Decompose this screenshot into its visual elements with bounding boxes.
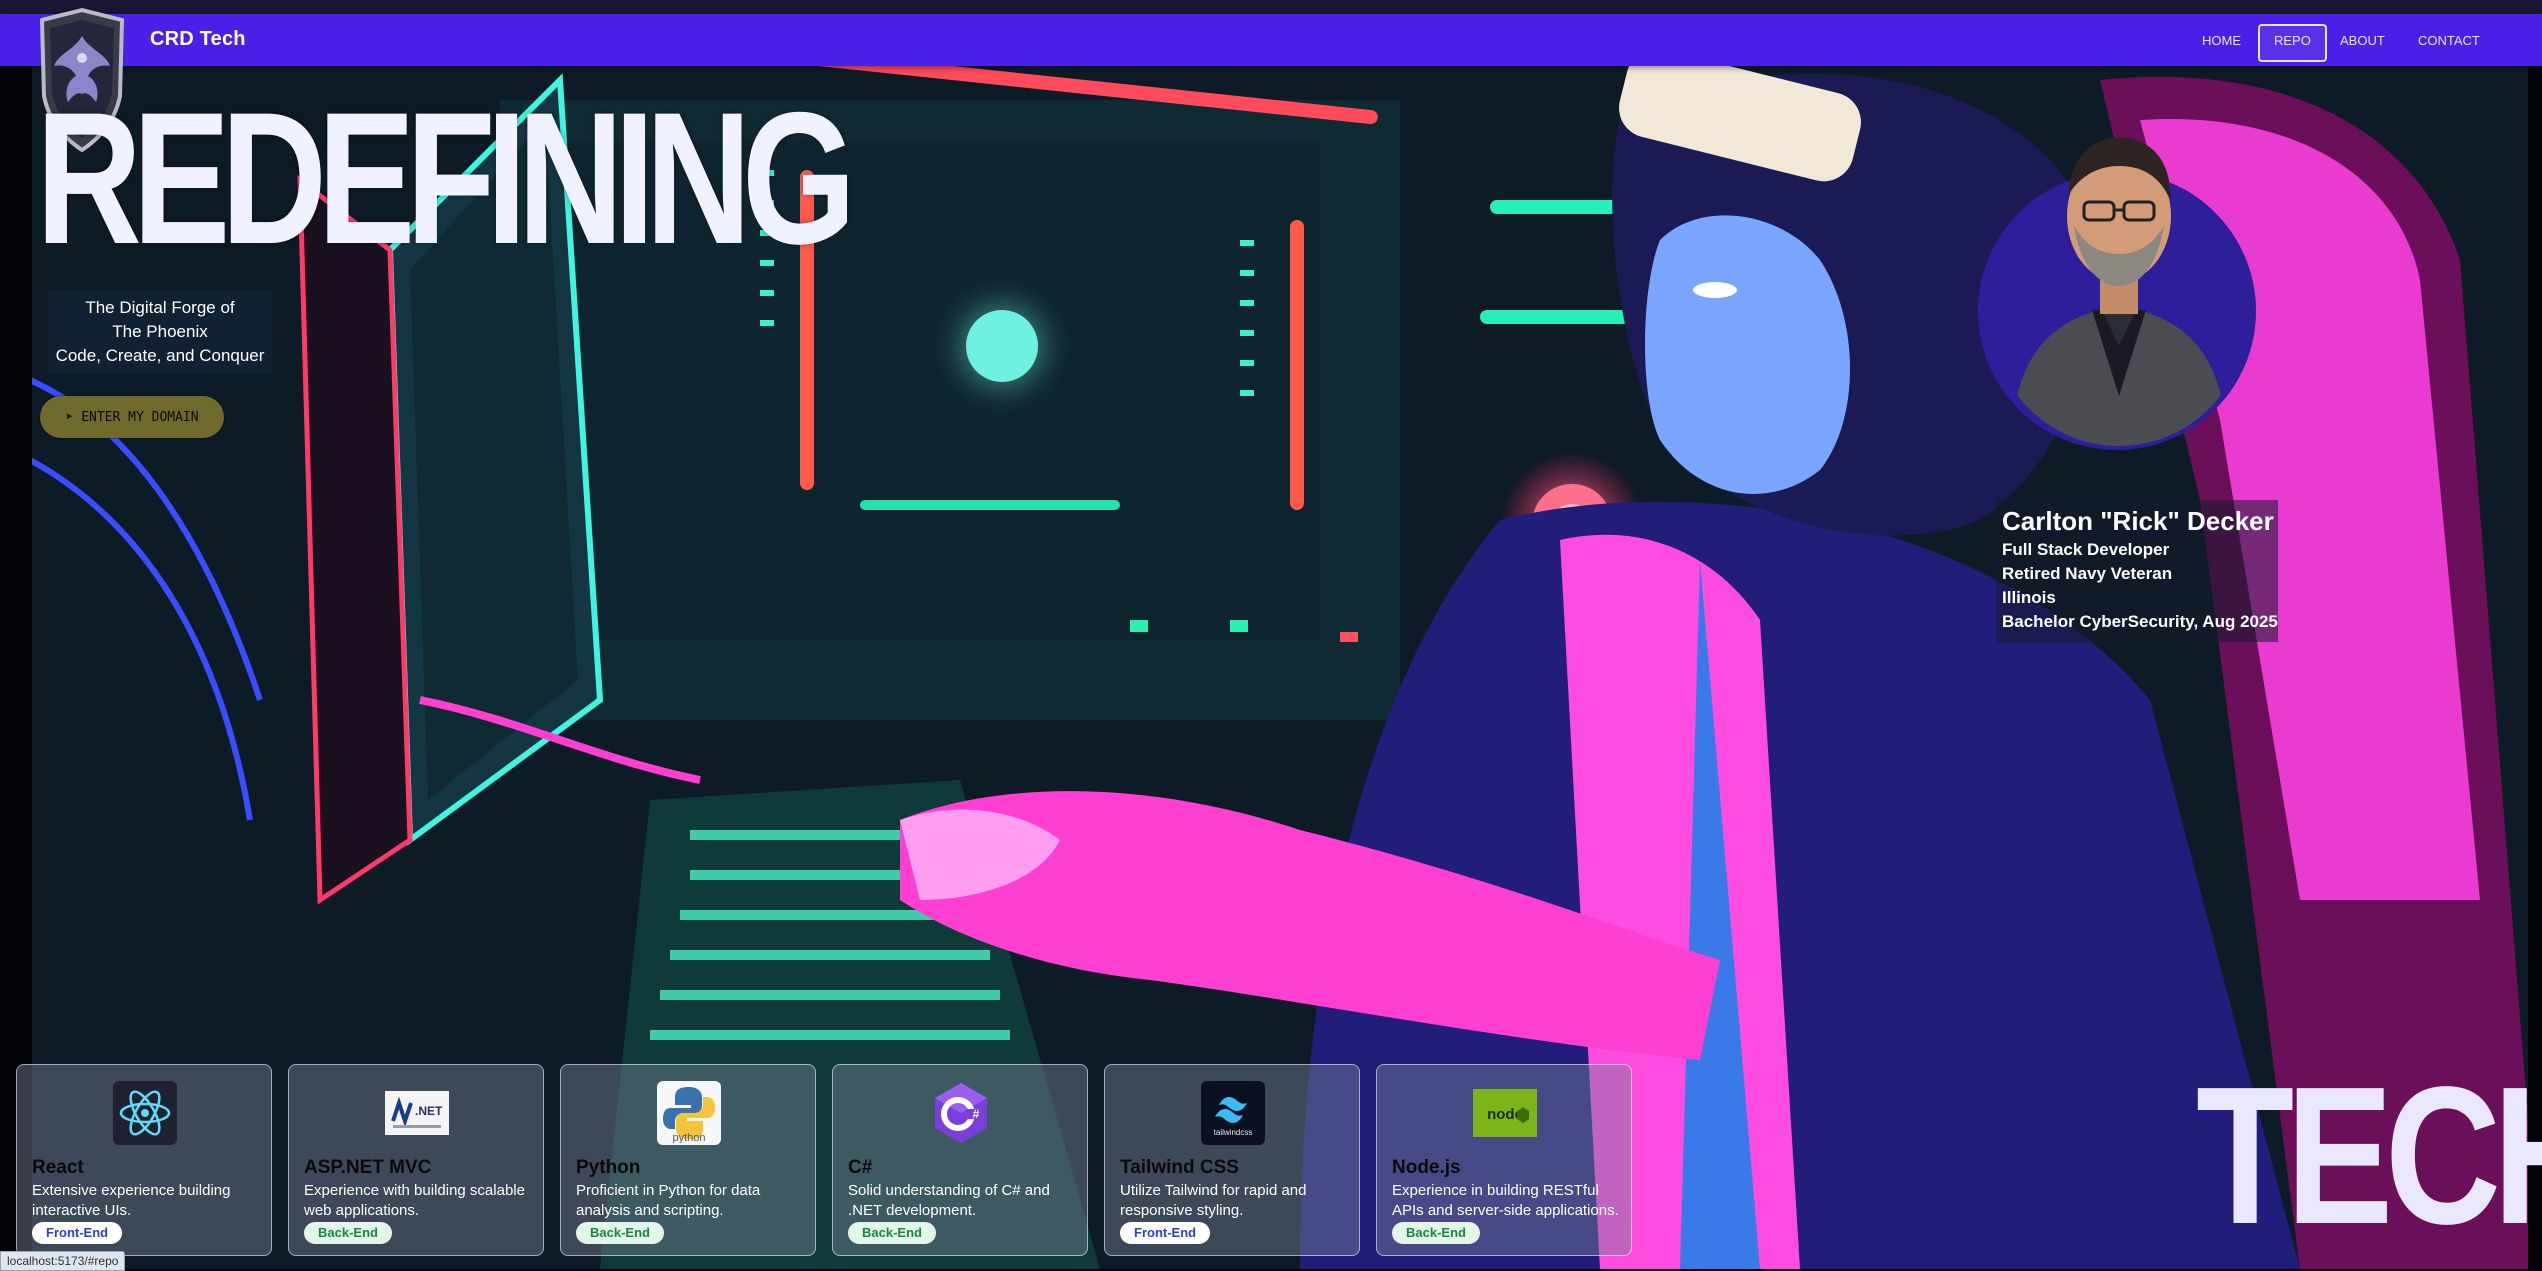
skill-description: Experience with building scalable web ap… [304, 1182, 525, 1219]
top-navbar: CRD Tech HOME REPO ABOUT CONTACT [0, 14, 2542, 66]
skill-badge: Front-End [32, 1222, 123, 1244]
skill-description: Solid understanding of C# and .NET devel… [848, 1182, 1050, 1219]
brand-name[interactable]: CRD Tech [150, 28, 246, 51]
skill-badge: Back-End [304, 1222, 392, 1244]
profile-veteran: Retired Navy Veteran [2002, 564, 2173, 583]
skill-card-csharp[interactable]: # C# Solid understanding of C# and .NET … [832, 1064, 1088, 1256]
python-logo-text: python [672, 1132, 705, 1143]
nav-link-home[interactable]: HOME [2188, 24, 2255, 58]
tailwind-logo-icon: tailwindcss [1201, 1081, 1265, 1145]
skill-badge: Back-End [576, 1222, 664, 1244]
skill-card-tailwind[interactable]: tailwindcss Tailwind CSS Utilize Tailwin… [1104, 1064, 1360, 1256]
svg-text:#: # [973, 1107, 980, 1121]
skill-badge: Back-End [1392, 1222, 1480, 1244]
enter-my-domain-button[interactable]: ➤ ENTER MY DOMAIN [40, 396, 224, 438]
skill-card-react[interactable]: React Extensive experience building inte… [16, 1064, 272, 1256]
skill-badge: Back-End [848, 1222, 936, 1244]
skill-description: Experience in building RESTful APIs and … [1392, 1182, 1619, 1219]
skill-description: Utilize Tailwind for rapid and responsiv… [1120, 1182, 1307, 1219]
skill-description: Proficient in Python for data analysis a… [576, 1182, 761, 1219]
cta-label: ENTER MY DOMAIN [81, 409, 199, 425]
profile-location: Illinois [2002, 588, 2056, 607]
skill-card-nodejs[interactable]: node Node.js Experience in building REST… [1376, 1064, 1632, 1256]
nav-link-repo[interactable]: REPO [2258, 24, 2327, 62]
dotnet-logo-text: .NET [415, 1104, 443, 1118]
tagline-line: Code, Create, and Conquer [55, 346, 265, 365]
profile-name: Carlton "Rick" Decker [2002, 506, 2274, 536]
skill-title: Node.js [1392, 1157, 1461, 1178]
tagline-line: The Digital Forge of [85, 298, 235, 317]
hero-tagline: The Digital Forge of The Phoenix Code, C… [48, 290, 272, 374]
profile-education: Bachelor CyberSecurity, Aug 2025 [2002, 612, 2278, 631]
profile-role: Full Stack Developer [2002, 540, 2170, 559]
skill-title: C# [848, 1157, 873, 1178]
portrait-avatar-icon [2012, 137, 2226, 446]
skill-card-python[interactable]: python Python Proficient in Python for d… [560, 1064, 816, 1256]
skill-title: React [32, 1157, 84, 1178]
tailwind-logo-text: tailwindcss [1214, 1128, 1253, 1137]
skill-badge: Front-End [1120, 1222, 1211, 1244]
dotnet-logo-icon: .NET [385, 1081, 449, 1145]
nav-link-contact[interactable]: CONTACT [2404, 24, 2494, 58]
send-arrow-icon: ➤ [65, 409, 74, 425]
nav-link-about[interactable]: ABOUT [2326, 24, 2399, 58]
browser-top-strip [0, 0, 2542, 14]
browser-status-url: localhost:5173/#repo [0, 1251, 126, 1271]
hero-headline: REDEFINING [36, 73, 856, 283]
nodejs-logo-icon: node [1473, 1081, 1537, 1145]
profile-info-card: Carlton "Rick" Decker Full Stack Develop… [1996, 500, 2278, 642]
skill-description: Extensive experience building interactiv… [32, 1182, 231, 1219]
skill-title: Python [576, 1157, 641, 1178]
skill-title: ASP.NET MVC [304, 1157, 432, 1178]
hero-footer-word: TECH [2196, 1046, 2542, 1265]
profile-photo [1992, 96, 2246, 446]
react-logo-icon [113, 1081, 177, 1145]
csharp-logo-icon: # [929, 1081, 993, 1145]
skill-card-aspnet-mvc[interactable]: .NET ASP.NET MVC Experience with buildin… [288, 1064, 544, 1256]
python-logo-icon: python [657, 1081, 721, 1145]
skill-title: Tailwind CSS [1120, 1157, 1239, 1178]
tagline-line: The Phoenix [112, 322, 208, 341]
